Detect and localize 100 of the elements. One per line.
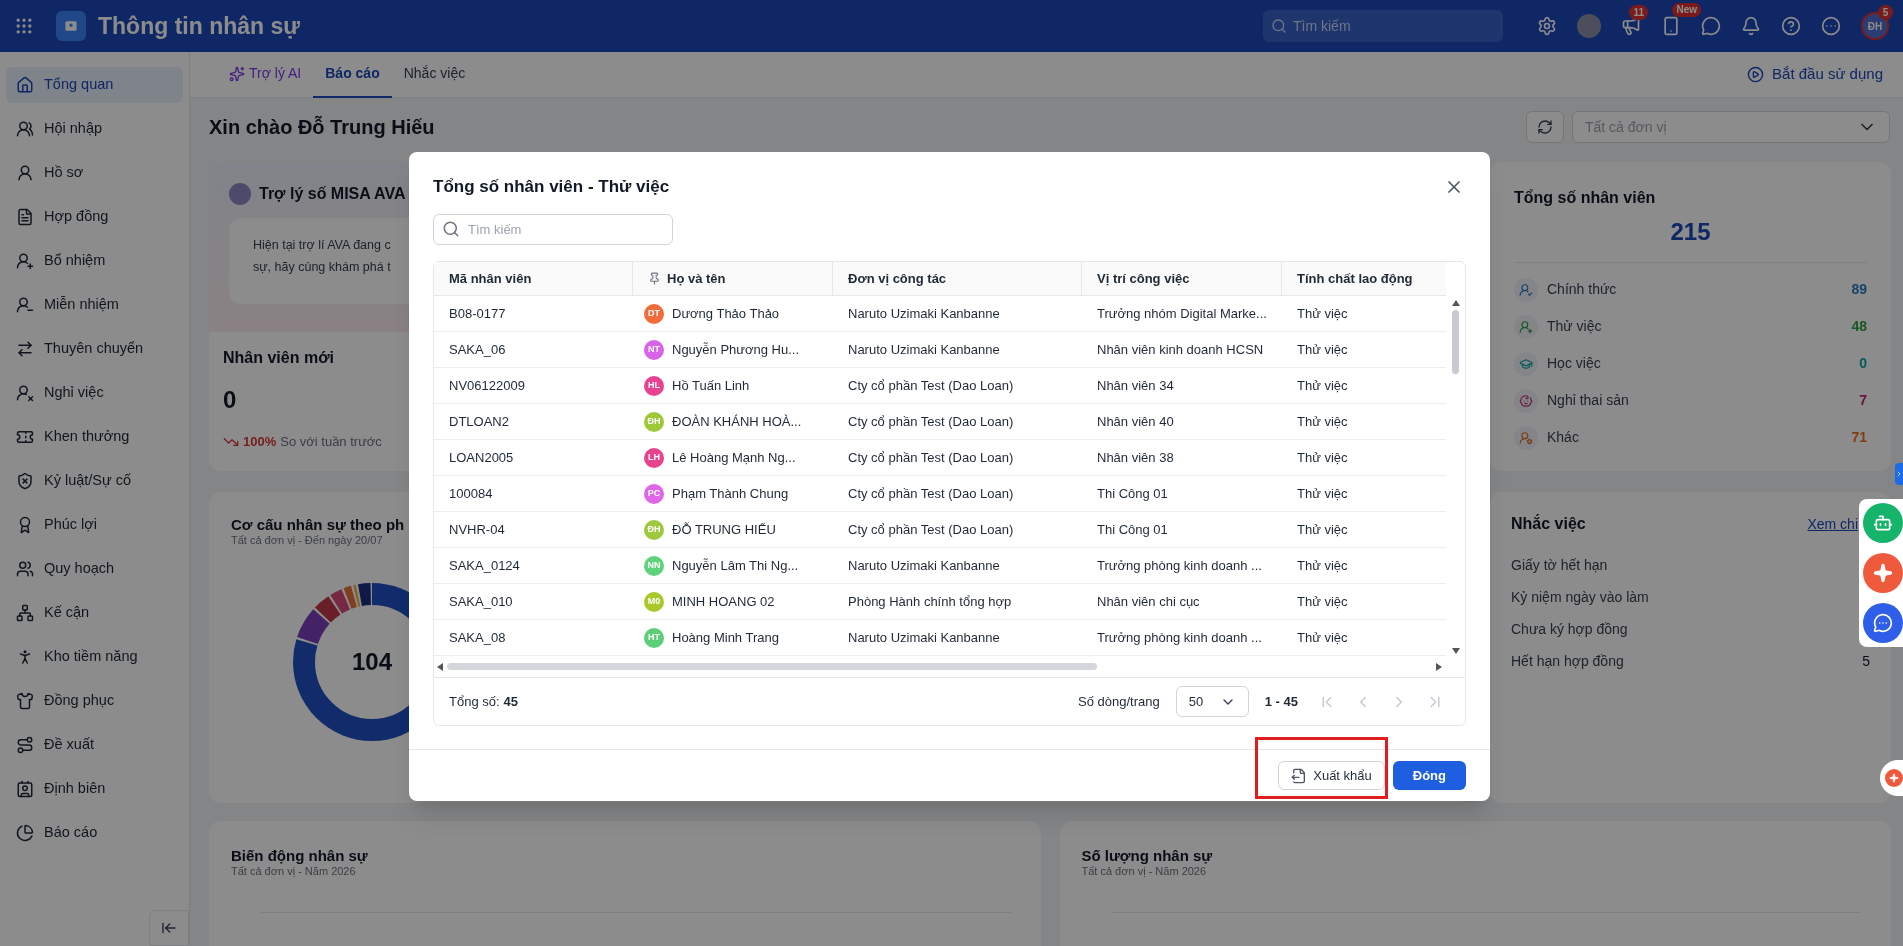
start-link[interactable]: Bắt đầu sử dụng — [1747, 63, 1883, 86]
sidebar-item[interactable]: Kế cận — [6, 595, 183, 631]
initials-avatar: ĐH — [644, 519, 664, 540]
reminder-label: Giấy tờ hết hạn — [1511, 556, 1608, 575]
category-count: 89 — [1851, 280, 1867, 299]
sidebar-item[interactable]: Báo cáo — [6, 815, 183, 851]
users-icon — [16, 560, 34, 578]
home-icon — [16, 76, 34, 94]
app-title: Thông tin nhân sự — [98, 11, 300, 41]
new-employee-count: 0 — [223, 385, 237, 415]
refresh-button[interactable] — [1526, 111, 1564, 143]
table-cell-text: Thử việc — [1296, 412, 1349, 431]
tab[interactable]: Trợ lý AI — [217, 51, 314, 98]
column-header[interactable]: Họ và tên — [633, 262, 833, 295]
close-button[interactable]: Đóng — [1392, 761, 1466, 790]
assistant-avatar — [229, 183, 251, 205]
sidebar-item[interactable]: Quy hoạch — [6, 551, 183, 587]
table-cell-text: Phạm Thành Chung — [672, 484, 789, 503]
sidebar-item[interactable]: Định biên — [6, 771, 183, 807]
sidebar-item[interactable]: Hồ sơ — [6, 155, 183, 191]
scroll-thumb[interactable] — [447, 663, 1097, 670]
table-cell-text: ĐOÀN KHÁNH HOÀ... — [672, 412, 802, 431]
table-cell-text: Nguyễn Lâm Thi Ng... — [672, 556, 799, 575]
route-icon — [16, 736, 34, 754]
table-cell-text: Dương Thảo Thảo — [672, 304, 780, 323]
total-count: 45 — [503, 692, 519, 711]
table-cell-text: NV06122009 — [448, 376, 526, 395]
scroll-up-icon[interactable] — [1451, 300, 1460, 306]
initials-avatar: NT — [644, 339, 664, 360]
collapse-icon — [161, 920, 177, 936]
table-cell-text: SAKA_08 — [448, 628, 507, 647]
card-subtitle: Tất cả đơn vị - Năm 2026 — [1081, 865, 1208, 878]
initials-avatar: LH — [644, 447, 664, 468]
search-field[interactable]: Tìm kiếm — [433, 214, 673, 245]
column-header[interactable]: Đơn vị công tác — [833, 262, 1082, 295]
sidebar-item[interactable]: Tổng quan — [6, 67, 183, 103]
shirt-icon — [16, 692, 34, 710]
bot-button[interactable] — [1863, 503, 1903, 543]
sidebar-item[interactable]: Nghỉ việc — [6, 375, 183, 411]
user-icon — [16, 164, 34, 182]
tab[interactable]: Báo cáo — [313, 51, 392, 98]
settings-icon[interactable] — [1537, 16, 1557, 36]
table-cell-text: Thử việc — [1296, 376, 1349, 395]
user-x-icon — [16, 384, 34, 402]
scroll-down-icon[interactable] — [1451, 648, 1460, 654]
card-title: Nhân viên mới — [223, 348, 334, 368]
table-cell-text: Naruto Uzimaki Kanbanne — [847, 340, 1001, 359]
page-size-select[interactable]: 50 — [1175, 686, 1249, 717]
reminder-label: Hết hạn hợp đồng — [1511, 652, 1624, 671]
total-label: Tổng số: — [449, 692, 500, 711]
sidebar-item[interactable]: Miễn nhiệm — [6, 287, 183, 323]
column-header[interactable]: Tính chất lao động — [1282, 262, 1445, 295]
ticket-icon — [16, 428, 34, 446]
reminder-count: 5 — [1862, 652, 1870, 671]
side-tab[interactable] — [1895, 463, 1903, 485]
sidebar-item[interactable]: Thuyên chuyển — [6, 331, 183, 367]
sidebar-item[interactable]: Kỷ luật/Sự cố — [6, 463, 183, 499]
app-grid-icon[interactable] — [14, 16, 34, 36]
collapse-button[interactable] — [149, 910, 189, 946]
search-field[interactable]: Tìm kiếm — [1263, 10, 1503, 42]
scroll-thumb[interactable] — [1452, 310, 1459, 374]
search-icon — [442, 220, 460, 238]
table-cell-text: Nhân viên kinh doanh HCSN — [1096, 340, 1265, 359]
sidebar-item[interactable]: Đề xuất — [6, 727, 183, 763]
sidebar-item[interactable]: Phúc lợi — [6, 507, 183, 543]
column-header[interactable]: Vị trí công việc — [1082, 262, 1282, 295]
sidebar-item[interactable]: Kho tiềm năng — [6, 639, 183, 675]
table-cell-text: Hồ Tuấn Linh — [672, 376, 750, 395]
card-title: Cơ cấu nhân sự theo ph — [231, 516, 405, 534]
table-cell-text: Trưởng nhóm Digital Marke... — [1096, 304, 1268, 323]
chat-icon[interactable] — [1701, 16, 1721, 36]
scroll-left-icon[interactable] — [437, 662, 443, 671]
page-size-label: Số dòng/trang — [1078, 692, 1160, 711]
tab[interactable]: Nhắc việc — [391, 51, 478, 98]
notification-badge: 11 — [1629, 5, 1648, 20]
table-cell-text: Nhân viên chi cục — [1096, 592, 1201, 611]
chat-button[interactable] — [1863, 603, 1903, 643]
sidebar-item[interactable]: Đồng phục — [6, 683, 183, 719]
app-logo-icon — [56, 11, 86, 41]
table-cell-text: B08-0177 — [448, 304, 507, 323]
sidebar-item[interactable]: Khen thưởng — [6, 419, 183, 455]
table-cell-text: Nhân viên 40 — [1096, 412, 1175, 431]
column-header[interactable]: Mã nhân viên — [434, 262, 633, 295]
sidebar-item[interactable]: Bổ nhiệm — [6, 243, 183, 279]
sidebar-item[interactable]: Hội nhập — [6, 111, 183, 147]
scroll-right-icon[interactable] — [1436, 662, 1442, 671]
help-icon[interactable] — [1781, 16, 1801, 36]
phone-icon[interactable] — [1661, 16, 1681, 36]
card-title: Tổng số nhân viên — [1514, 188, 1657, 208]
sidebar-item[interactable]: Hợp đồng — [6, 199, 183, 235]
dialog-title: Tổng số nhân viên - Thử việc — [433, 176, 670, 199]
count-badge: 5 — [1878, 5, 1893, 20]
pin-icon[interactable] — [648, 272, 661, 285]
change-label: So với tuần trước — [280, 433, 382, 451]
bell-icon[interactable] — [1741, 16, 1761, 36]
category-label: Học việc — [1547, 354, 1602, 373]
graduation-cap-icon — [1519, 356, 1533, 371]
table-cell-text: Cty cổ phần Test (Dao Loan) — [847, 412, 1015, 431]
more-icon[interactable] — [1821, 16, 1841, 36]
sparkle-button[interactable] — [1863, 553, 1903, 593]
